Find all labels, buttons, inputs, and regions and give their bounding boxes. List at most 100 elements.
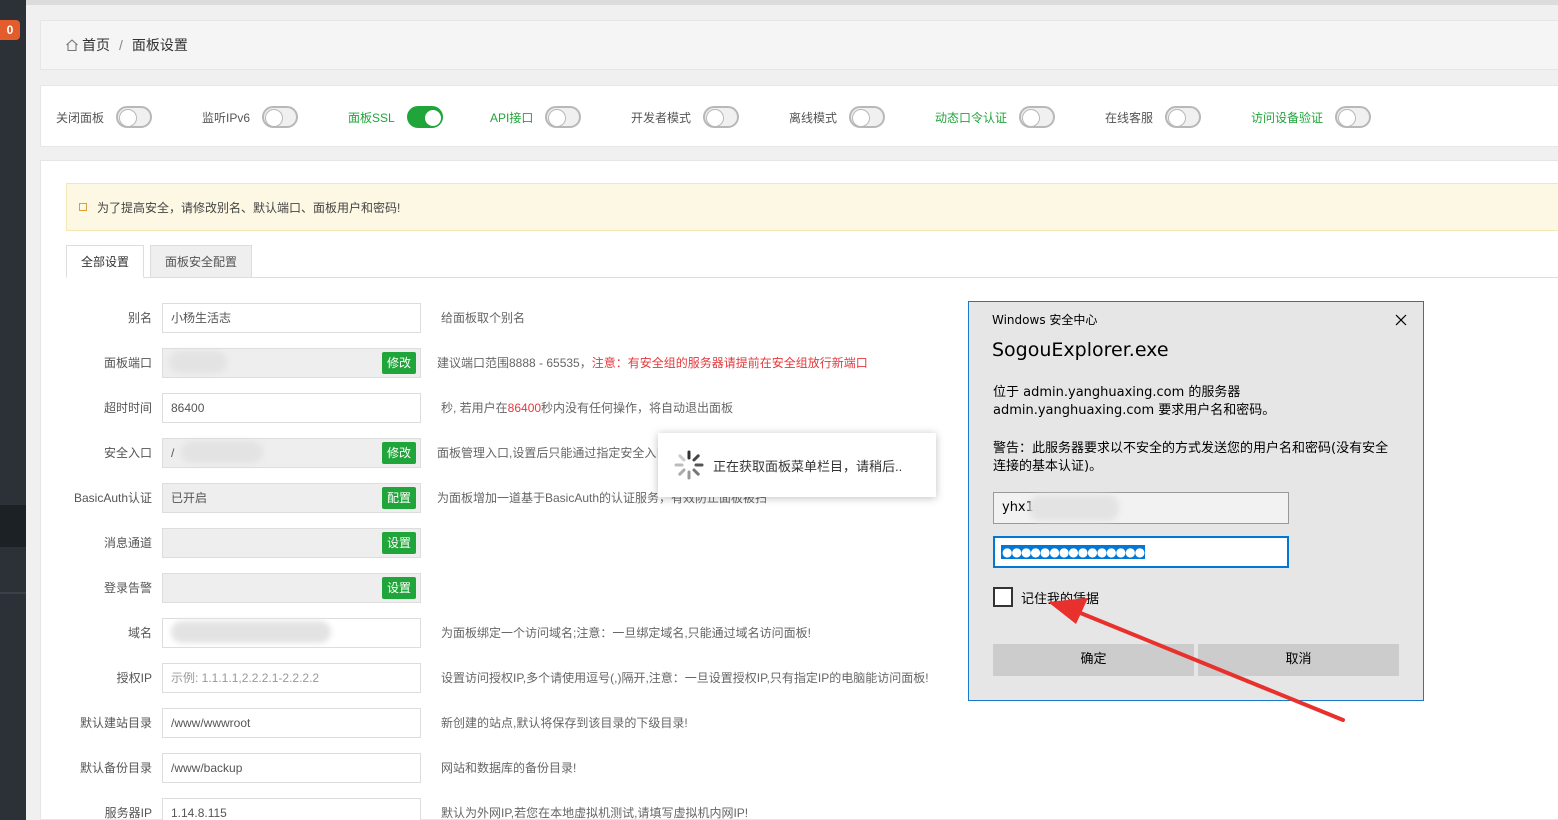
- tab-all-settings[interactable]: 全部设置: [66, 245, 145, 278]
- password-input[interactable]: ●●●●●●●●●●●●●●●: [993, 536, 1289, 568]
- toggle-ipv6[interactable]: [262, 106, 299, 128]
- dialog-message: 位于 admin.yanghuaxing.com 的服务器admin.yangh…: [993, 385, 1276, 418]
- site-dir-hint: 新创建的站点,默认将保存到该目录的下级目录!: [441, 716, 688, 730]
- redacted-blur: [171, 621, 331, 643]
- breadcrumb: 首页 / 面板设置: [40, 20, 1558, 70]
- switch-label: 面板SSL: [348, 110, 395, 125]
- security-alert: 为了提高安全，请修改别名、默认端口、面板用户和密码!: [66, 183, 1558, 231]
- switch-close-panel: 关闭面板: [56, 106, 153, 128]
- notification-badge[interactable]: 0: [0, 20, 20, 40]
- redacted-blur: [169, 351, 227, 373]
- switch-label: 监听IPv6: [202, 110, 251, 125]
- entrance-label: 安全入口: [103, 446, 152, 460]
- sidebar-divider: [0, 592, 26, 594]
- message-label: 消息通道: [103, 536, 152, 550]
- alert-text: 为了提高安全，请修改别名、默认端口、面板用户和密码!: [97, 200, 401, 215]
- spinner-icon: [674, 450, 704, 480]
- domain-label: 域名: [127, 626, 152, 640]
- toggle-device-verify[interactable]: [1335, 106, 1372, 128]
- switch-label: API接口: [490, 110, 534, 125]
- port-modify-button[interactable]: 修改: [382, 352, 417, 374]
- loading-text: 正在获取面板菜单栏目，请稍后..: [713, 458, 903, 474]
- loading-toast: 正在获取面板菜单栏目，请稍后..: [658, 433, 936, 497]
- form-row-timeout: 超时时间 86400 秒, 若用户在86400秒内没有任何操作，将自动退出面板: [71, 393, 971, 423]
- switch-label: 离线模式: [789, 110, 838, 125]
- backup-dir-label: 默认备份目录: [79, 761, 152, 775]
- backup-dir-hint: 网站和数据库的备份目录!: [441, 761, 577, 775]
- toggle-api[interactable]: [545, 106, 582, 128]
- remember-label: 记住我的凭据: [1021, 591, 1100, 607]
- tab-security-config[interactable]: 面板安全配置: [150, 245, 253, 278]
- dialog-caption: Windows 安全中心: [992, 313, 1098, 327]
- switch-api: API接口: [490, 106, 582, 128]
- timeout-hint-c: 秒内没有任何操作，将自动退出面板: [541, 401, 734, 415]
- alias-input[interactable]: 小杨生活志: [162, 303, 421, 333]
- form-row-alias: 别名 小杨生活志 给面板取个别名: [71, 303, 971, 333]
- switch-label: 访问设备验证: [1251, 110, 1324, 125]
- alias-label: 别名: [127, 311, 152, 325]
- timeout-input[interactable]: 86400: [162, 393, 421, 423]
- toggle-close-panel[interactable]: [116, 106, 153, 128]
- settings-tabs: 全部设置 面板安全配置: [66, 245, 1558, 278]
- breadcrumb-home[interactable]: 首页: [82, 35, 110, 55]
- warning-icon: [79, 203, 87, 211]
- close-icon[interactable]: [1389, 308, 1413, 332]
- port-hint: 建议端口范围8888 - 65535，注意：有安全组的服务器请提前在安全组放行新…: [437, 348, 868, 378]
- redacted-blur: [181, 441, 263, 463]
- ok-button[interactable]: 确定: [993, 644, 1194, 676]
- form-row-message: 消息通道 设置: [71, 528, 971, 558]
- form-row-site-dir: 默认建站目录 /www/wwwroot 新创建的站点,默认将保存到该目录的下级目…: [71, 708, 971, 738]
- toggle-online-service[interactable]: [1165, 106, 1202, 128]
- switch-bar: 关闭面板 监听IPv6 面板SSL API接口 开发者模式 离线模式 动态口令认…: [40, 85, 1558, 147]
- switch-device-verify: 访问设备验证: [1251, 106, 1372, 128]
- auth-ip-label: 授权IP: [116, 671, 152, 685]
- switch-label: 在线客服: [1105, 110, 1154, 125]
- remember-checkbox[interactable]: [993, 587, 1013, 607]
- login-alert-label: 登录告警: [103, 581, 152, 595]
- message-set-button[interactable]: 设置: [382, 532, 417, 554]
- form-row-login-alert: 登录告警 设置: [71, 573, 971, 603]
- form-row-domain: 域名 为面板绑定一个访问域名;注意：一旦绑定域名,只能通过域名访问面板!: [71, 618, 971, 648]
- toggle-offline[interactable]: [849, 106, 886, 128]
- sidebar: 0: [0, 0, 26, 820]
- switch-ssl: 面板SSL: [348, 106, 443, 128]
- sidebar-item-active[interactable]: [0, 505, 26, 547]
- toggle-developer[interactable]: [703, 106, 740, 128]
- entrance-modify-button[interactable]: 修改: [382, 442, 417, 464]
- auth-ip-hint: 设置访问授权IP,多个请使用逗号(,)隔开,注意：一旦设置授权IP,只有指定IP…: [441, 671, 929, 685]
- alias-hint: 给面板取个别名: [441, 311, 526, 325]
- form-row-server-ip: 服务器IP 1.14.8.115 默认为外网IP,若您在本地虚拟机测试,请填写虚…: [71, 798, 971, 820]
- switch-label: 动态口令认证: [935, 110, 1008, 125]
- cancel-button[interactable]: 取消: [1198, 644, 1399, 676]
- windows-security-dialog: Windows 安全中心 SogouExplorer.exe 位于 admin.…: [968, 301, 1424, 701]
- form-row-auth-ip: 授权IP 示例: 1.1.1.1,2.2.2.1-2.2.2.2 设置访问授权I…: [71, 663, 971, 693]
- switch-offline: 离线模式: [789, 106, 886, 128]
- server-ip-input[interactable]: 1.14.8.115: [162, 798, 421, 820]
- timeout-label: 超时时间: [103, 401, 152, 415]
- breadcrumb-separator: /: [119, 37, 123, 53]
- basicauth-config-button[interactable]: 配置: [382, 487, 417, 509]
- login-alert-set-button[interactable]: 设置: [382, 577, 417, 599]
- toggle-ssl[interactable]: [406, 106, 443, 128]
- server-ip-label: 服务器IP: [104, 806, 152, 820]
- form-row-backup-dir: 默认备份目录 /www/backup 网站和数据库的备份目录!: [71, 753, 971, 783]
- toggle-2fa[interactable]: [1019, 106, 1056, 128]
- top-bar: [26, 0, 1558, 5]
- basicauth-label: BasicAuth认证: [73, 491, 152, 505]
- timeout-hint-b: 86400: [507, 401, 542, 415]
- site-dir-input[interactable]: /www/wwwroot: [162, 708, 421, 738]
- timeout-hint-a: 秒, 若用户在: [441, 401, 508, 415]
- switch-label: 开发者模式: [631, 110, 692, 125]
- backup-dir-input[interactable]: /www/backup: [162, 753, 421, 783]
- domain-hint: 为面板绑定一个访问域名;注意：一旦绑定域名,只能通过域名访问面板!: [441, 626, 812, 640]
- port-hint-prefix: 建议端口范围8888 - 65535，: [437, 356, 592, 370]
- redacted-blur: [1029, 495, 1119, 521]
- switch-online-service: 在线客服: [1105, 106, 1202, 128]
- switch-ipv6: 监听IPv6: [202, 106, 299, 128]
- port-hint-warning: 注意：有安全组的服务器请提前在安全组放行新端口: [591, 356, 868, 370]
- auth-ip-input[interactable]: 示例: 1.1.1.1,2.2.2.1-2.2.2.2: [162, 663, 421, 693]
- remember-credentials[interactable]: 记住我的凭据: [993, 587, 1099, 607]
- home-icon: [66, 39, 78, 52]
- port-label: 面板端口: [103, 356, 152, 370]
- switch-label: 关闭面板: [56, 110, 105, 125]
